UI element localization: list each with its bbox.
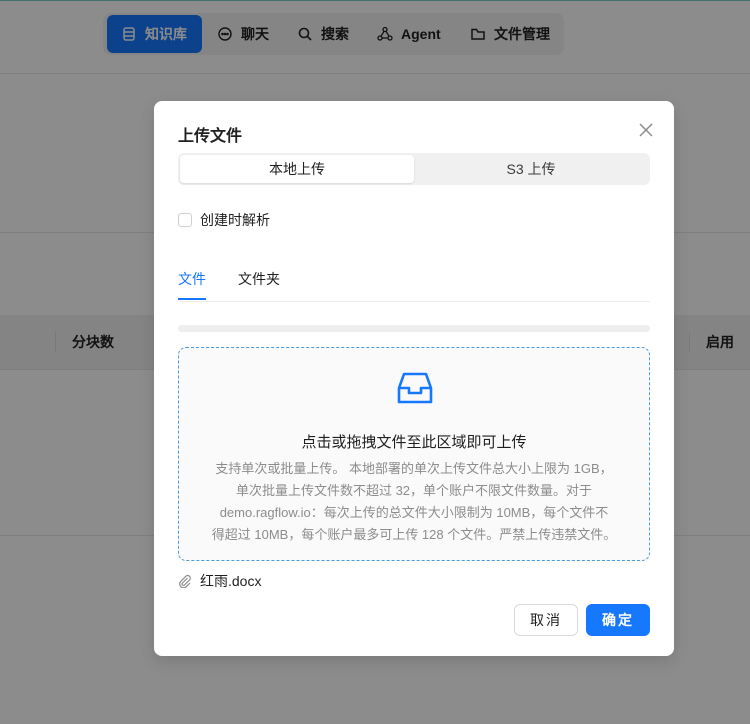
inbox-icon bbox=[397, 372, 433, 404]
dropzone-hint-line: 得超过 10MB，每个账户最多可上传 128 个文件。严禁上传违禁文件。 bbox=[211, 527, 617, 542]
parse-on-create-option[interactable]: 创建时解析 bbox=[178, 211, 270, 229]
upload-file-dialog: 上传文件 本地上传 S3 上传 创建时解析 文件 文件夹 点击或拖拽文件至此区域… bbox=[154, 101, 674, 656]
dialog-title: 上传文件 bbox=[178, 128, 243, 145]
segment-s3-upload[interactable]: S3 上传 bbox=[414, 155, 648, 183]
upload-dropzone[interactable]: 点击或拖拽文件至此区域即可上传 支持单次或批量上传。 本地部署的单次上传文件总大… bbox=[178, 347, 650, 561]
dropzone-hint-line: 单次批量上传文件数不超过 32，单个账户不限文件数量。对于 bbox=[235, 483, 593, 498]
dropzone-hint-line: demo.ragflow.io：每次上传的总文件大小限制为 10MB，每个文件不 bbox=[219, 505, 609, 520]
dropzone-title: 点击或拖拽文件至此区域即可上传 bbox=[301, 434, 527, 451]
paperclip-icon bbox=[179, 574, 191, 588]
dropzone-hint: 支持单次或批量上传。 本地部署的单次上传文件总大小上限为 1GB， 单次批量上传… bbox=[193, 458, 635, 546]
cancel-button[interactable]: 取消 bbox=[514, 604, 578, 636]
tab-folder[interactable]: 文件夹 bbox=[238, 269, 280, 289]
active-tab-indicator bbox=[178, 298, 206, 300]
parse-on-create-label: 创建时解析 bbox=[200, 212, 270, 228]
upload-source-segmented: 本地上传 S3 上传 bbox=[178, 153, 650, 185]
confirm-button[interactable]: 确定 bbox=[586, 604, 650, 636]
uploaded-file-item[interactable]: 红雨.docx bbox=[178, 571, 261, 591]
upload-type-tabs: 文件 文件夹 bbox=[178, 261, 650, 302]
tab-file[interactable]: 文件 bbox=[178, 269, 206, 289]
segment-local-upload[interactable]: 本地上传 bbox=[180, 155, 414, 183]
parse-on-create-checkbox[interactable] bbox=[178, 213, 192, 227]
upload-progress-track bbox=[178, 325, 650, 332]
file-name: 红雨.docx bbox=[200, 573, 262, 589]
dropzone-hint-line: 支持单次或批量上传。 本地部署的单次上传文件总大小上限为 1GB， bbox=[215, 461, 613, 476]
close-icon[interactable] bbox=[636, 120, 656, 140]
